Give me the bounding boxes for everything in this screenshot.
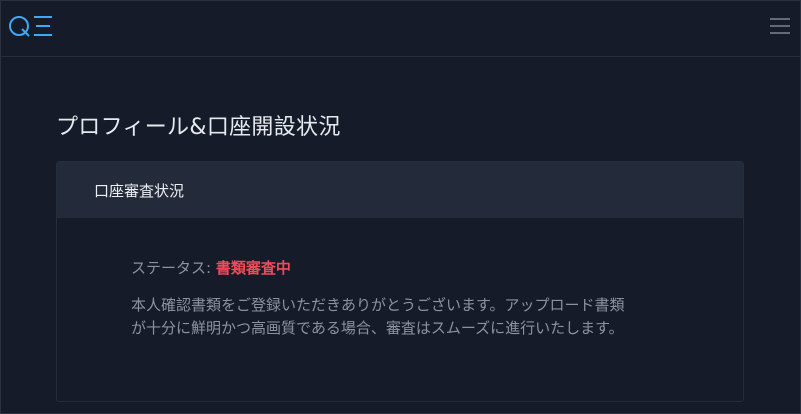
top-navbar	[1, 1, 800, 57]
status-label: ステータス:	[131, 259, 216, 277]
status-line: ステータス: 書類審査中	[131, 257, 291, 278]
app-page: プロフィール&口座開設状況 口座審査状況 ステータス: 書類審査中 本人確認書類…	[0, 0, 801, 414]
account-review-card: 口座審査状況 ステータス: 書類審査中 本人確認書類をご登録いただきありがとうご…	[56, 161, 744, 402]
status-badge: 書類審査中	[215, 259, 291, 277]
status-description: 本人確認書類をご登録いただきありがとうございます。アップロード書類 が十分に鮮明…	[131, 294, 671, 340]
description-line-2: が十分に鮮明かつ高画質である場合、審査はスムーズに進行いたします。	[131, 319, 624, 337]
qe-logo-icon[interactable]	[7, 12, 57, 42]
hamburger-menu-icon[interactable]	[770, 16, 790, 36]
page-title: プロフィール&口座開設状況	[56, 115, 341, 140]
card-title: 口座審査状況	[94, 182, 185, 200]
description-line-1: 本人確認書類をご登録いただきありがとうございます。アップロード書類	[131, 296, 625, 314]
card-header: 口座審査状況	[57, 162, 743, 218]
